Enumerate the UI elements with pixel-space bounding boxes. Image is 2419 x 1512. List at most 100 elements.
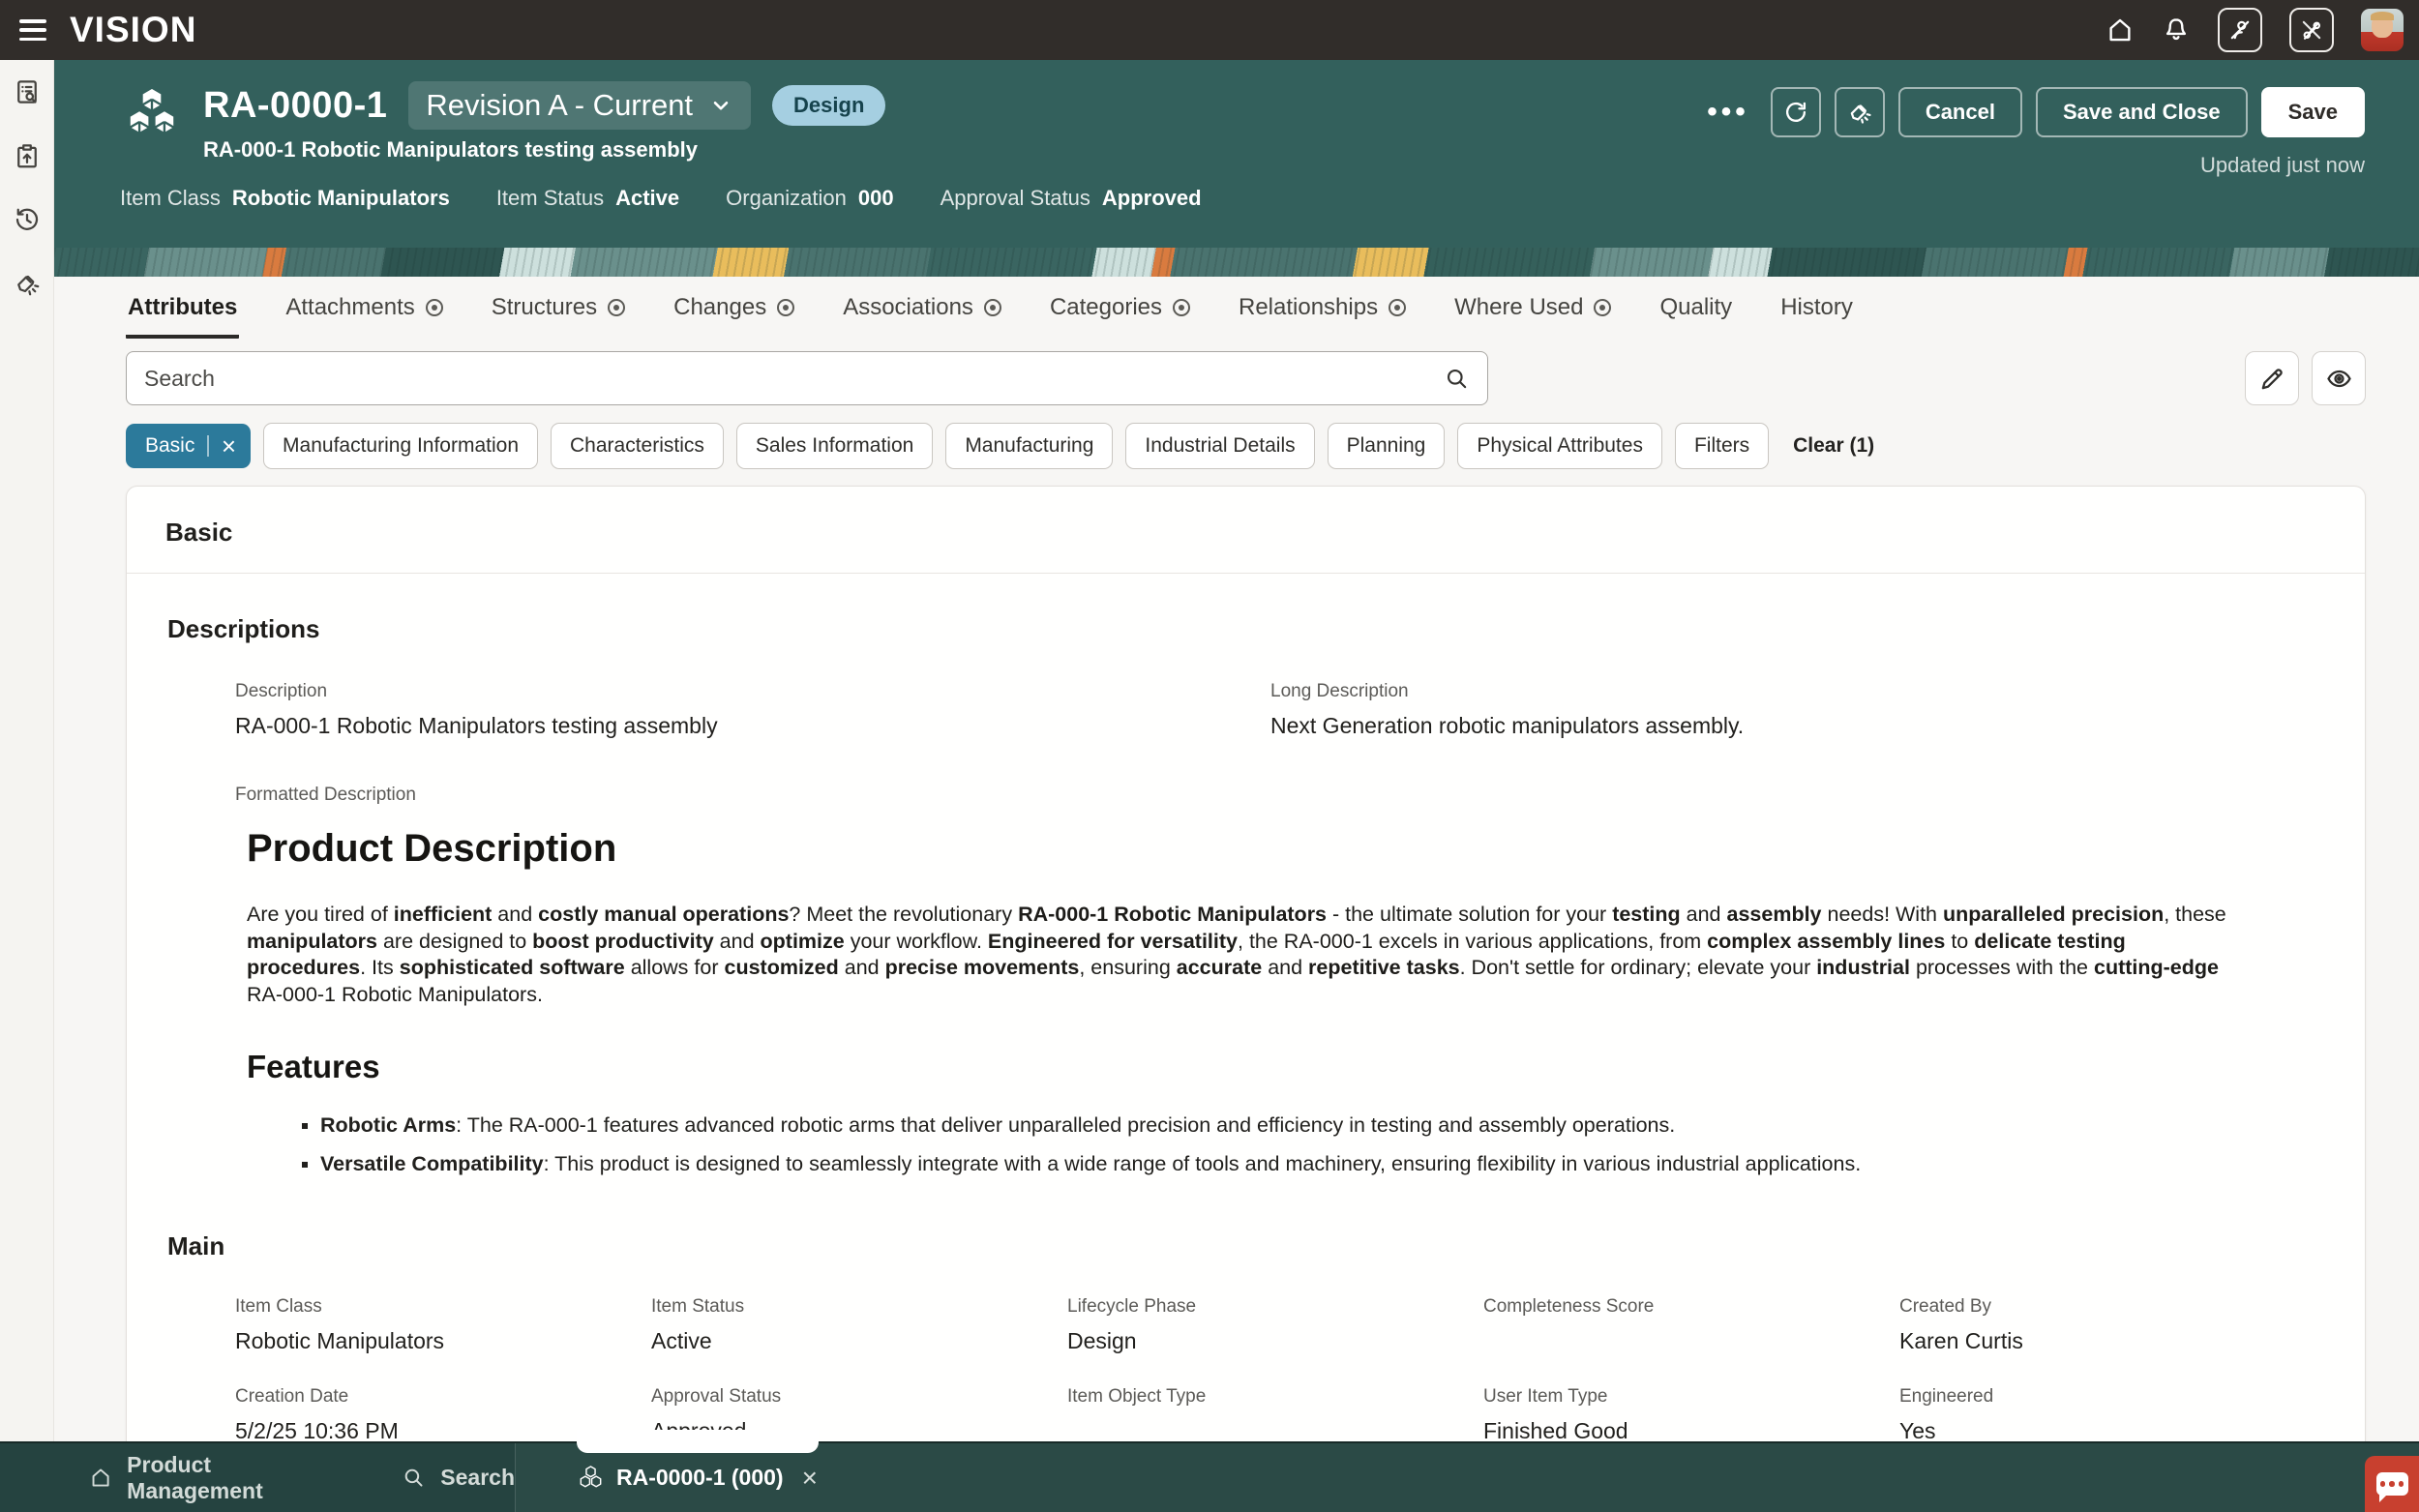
tab-categories[interactable]: Categories bbox=[1048, 282, 1192, 339]
chip-manufacturing-information[interactable]: Manufacturing Information bbox=[263, 423, 538, 469]
item-cubes-icon bbox=[578, 1465, 604, 1491]
upload-clipboard-icon[interactable] bbox=[13, 141, 42, 170]
chip-industrial-details[interactable]: Industrial Details bbox=[1125, 423, 1314, 469]
feature-item: Versatile Compatibility: This product is… bbox=[320, 1151, 2239, 1177]
section-heading: Descriptions bbox=[156, 614, 2336, 644]
tab-relationships[interactable]: Relationships bbox=[1237, 282, 1408, 339]
header-actions: ••• Cancel Save and Close Save bbox=[1707, 87, 2365, 137]
taskbar-home-product-management[interactable]: Product Management bbox=[89, 1452, 345, 1504]
chip-characteristics[interactable]: Characteristics bbox=[551, 423, 724, 469]
tab-status-dot-icon bbox=[608, 299, 625, 316]
panel-title: Basic bbox=[156, 512, 2336, 573]
field-description: Description RA-000-1 Robotic Manipulator… bbox=[235, 681, 1270, 740]
features-list: Robotic Arms: The RA-000-1 features adva… bbox=[247, 1112, 2239, 1177]
home-icon bbox=[89, 1466, 112, 1490]
cut-disabled-icon[interactable] bbox=[2289, 8, 2334, 52]
filter-chips-row: Basic × Manufacturing Information Charac… bbox=[126, 423, 2366, 469]
tab-status-dot-icon bbox=[1173, 299, 1190, 316]
meta-value: Approved bbox=[1102, 186, 1202, 211]
feature-item: Robotic Arms: The RA-000-1 features adva… bbox=[320, 1112, 2239, 1139]
search-row bbox=[126, 351, 2366, 405]
hamburger-menu-icon[interactable] bbox=[19, 19, 46, 41]
user-avatar[interactable] bbox=[2361, 9, 2404, 51]
search-icon bbox=[402, 1466, 426, 1490]
clear-filters-link[interactable]: Clear (1) bbox=[1793, 434, 1874, 458]
formatted-description-content: Product Description Are you tired of ine… bbox=[247, 827, 2239, 1177]
tab-structures[interactable]: Structures bbox=[490, 282, 627, 339]
basic-panel: Basic Descriptions Description RA-000-1 … bbox=[126, 486, 2366, 1441]
section-heading: Main bbox=[156, 1231, 2336, 1261]
chip-planning[interactable]: Planning bbox=[1328, 423, 1446, 469]
tab-associations[interactable]: Associations bbox=[841, 282, 1003, 339]
search-icon bbox=[1444, 366, 1470, 392]
item-subtitle: RA-000-1 Robotic Manipulators testing as… bbox=[203, 137, 885, 163]
page: VISION bbox=[0, 0, 2419, 1512]
tab-history[interactable]: History bbox=[1778, 282, 1855, 339]
home-icon[interactable] bbox=[2105, 15, 2135, 44]
field-long-description: Long Description Next Generation robotic… bbox=[1270, 681, 2336, 740]
revision-dropdown[interactable]: Revision A - Current bbox=[408, 81, 751, 130]
highlight-torch-button[interactable] bbox=[1835, 87, 1885, 137]
item-header: RA-0000-1 Revision A - Current Design RA… bbox=[54, 60, 2419, 248]
edit-pencil-button[interactable] bbox=[2245, 351, 2299, 405]
features-heading: Features bbox=[247, 1049, 2239, 1085]
active-tab-notch bbox=[577, 1430, 819, 1453]
product-description-paragraph: Are you tired of inefficient and costly … bbox=[247, 902, 2239, 1008]
refresh-button[interactable] bbox=[1771, 87, 1821, 137]
taskbar-open-item-tab[interactable]: RA-0000-1 (000) × bbox=[577, 1463, 819, 1494]
chip-sales-information[interactable]: Sales Information bbox=[736, 423, 933, 469]
chip-manufacturing[interactable]: Manufacturing bbox=[945, 423, 1113, 469]
item-cubes-icon bbox=[122, 83, 182, 143]
field-completeness-score: Completeness Score bbox=[1483, 1296, 1899, 1355]
tab-quality[interactable]: Quality bbox=[1657, 282, 1734, 339]
tab-status-dot-icon bbox=[1594, 299, 1611, 316]
tab-status-dot-icon bbox=[1389, 299, 1406, 316]
field-item-class: Item ClassRobotic Manipulators bbox=[235, 1296, 651, 1355]
field-item-object-type: Item Object Type bbox=[1067, 1386, 1483, 1441]
field-user-item-type: User Item TypeFinished Good bbox=[1483, 1386, 1899, 1441]
tab-bar: Attributes Attachments Structures Change… bbox=[126, 282, 2366, 339]
left-sidebar bbox=[0, 60, 54, 1441]
attribute-search-box[interactable] bbox=[126, 351, 1488, 405]
page-title-item-number: RA-0000-1 bbox=[203, 85, 387, 127]
view-eye-button[interactable] bbox=[2312, 351, 2366, 405]
tab-changes[interactable]: Changes bbox=[672, 282, 796, 339]
cancel-button[interactable]: Cancel bbox=[1898, 87, 2022, 137]
tab-status-dot-icon bbox=[984, 299, 1001, 316]
remove-chip-icon[interactable]: × bbox=[222, 436, 236, 456]
bottom-taskbar: Product Management Search RA-0000-1 (000… bbox=[0, 1441, 2419, 1512]
chevron-down-icon bbox=[708, 93, 733, 118]
meta-value: Robotic Manipulators bbox=[232, 186, 450, 211]
meta-value: Active bbox=[615, 186, 679, 211]
lifecycle-phase-badge: Design bbox=[772, 85, 885, 126]
chip-basic-selected[interactable]: Basic × bbox=[126, 424, 251, 468]
content-area: Attributes Attachments Structures Change… bbox=[0, 277, 2419, 1441]
overflow-menu-button[interactable]: ••• bbox=[1707, 96, 1749, 129]
taskbar-search[interactable]: Search bbox=[402, 1465, 515, 1491]
save-button[interactable]: Save bbox=[2261, 87, 2365, 137]
updated-status-text: Updated just now bbox=[2200, 153, 2365, 178]
chip-filters[interactable]: Filters bbox=[1675, 423, 1769, 469]
tab-attachments[interactable]: Attachments bbox=[284, 282, 444, 339]
save-and-close-button[interactable]: Save and Close bbox=[2036, 87, 2248, 137]
meta-value: 000 bbox=[858, 186, 894, 211]
chip-physical-attributes[interactable]: Physical Attributes bbox=[1457, 423, 1662, 469]
field-item-status: Item StatusActive bbox=[651, 1296, 1067, 1355]
close-tab-icon[interactable]: × bbox=[802, 1463, 818, 1494]
notifications-bell-icon[interactable] bbox=[2162, 15, 2191, 44]
tab-attributes[interactable]: Attributes bbox=[126, 282, 239, 339]
user-proxy-disabled-icon[interactable] bbox=[2218, 8, 2262, 52]
feedback-chat-button[interactable] bbox=[2365, 1456, 2419, 1512]
meta-label: Approval Status bbox=[941, 186, 1090, 211]
topbar-actions bbox=[2105, 8, 2404, 52]
chat-bubble-icon bbox=[2376, 1472, 2408, 1496]
meta-label: Item Status bbox=[496, 186, 604, 211]
view-actions bbox=[2245, 351, 2366, 405]
highlight-torch-icon[interactable] bbox=[13, 269, 42, 298]
history-clock-icon[interactable] bbox=[13, 205, 42, 234]
brand-logo: VISION bbox=[70, 10, 196, 50]
item-search-icon[interactable] bbox=[13, 77, 42, 106]
tab-where-used[interactable]: Where Used bbox=[1452, 282, 1613, 339]
main-section: Main Item ClassRobotic Manipulators Item… bbox=[156, 1231, 2336, 1441]
search-input[interactable] bbox=[144, 366, 1444, 392]
